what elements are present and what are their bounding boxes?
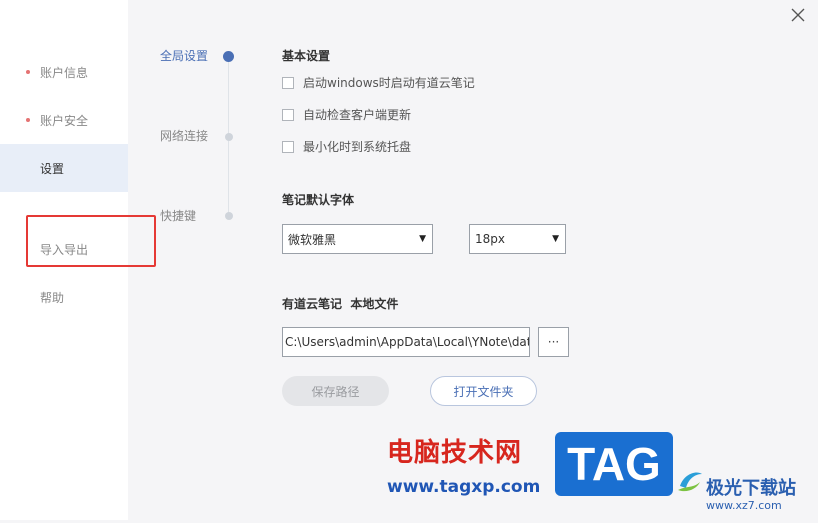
bullet-icon — [26, 70, 30, 74]
sidebar-item-label: 设置 — [40, 161, 65, 176]
bullet-icon — [26, 118, 30, 122]
font-family-value: 微软雅黑 — [288, 232, 337, 247]
checkbox[interactable] — [282, 140, 294, 153]
sidebar-item-account-info[interactable]: 账户信息 — [0, 48, 128, 96]
dropdown-arrow-icon: ▼ — [552, 234, 559, 244]
storage-path-value: C:\Users\admin\AppData\Local\YNote\dat — [285, 335, 530, 349]
timeline-dot — [225, 212, 233, 220]
save-path-button[interactable]: 保存路径 — [282, 376, 389, 406]
watermark-site-name: 极光下载站 — [706, 478, 796, 499]
open-folder-label: 打开文件夹 — [453, 384, 514, 399]
open-folder-button[interactable]: 打开文件夹 — [430, 376, 537, 406]
nav-global-settings[interactable]: 全局设置 — [160, 47, 208, 64]
dropdown-arrow-icon: ▼ — [419, 234, 426, 244]
watermark-site-url: www.xz7.com — [706, 499, 782, 512]
sidebar-item-label: 帮助 — [40, 290, 65, 305]
close-button[interactable] — [790, 7, 806, 23]
font-settings-title: 笔记默认字体 — [282, 193, 355, 207]
timeline-dot-active — [223, 51, 234, 62]
watermark-text: 电脑技术网 — [387, 438, 523, 468]
storage-path-input[interactable]: C:\Users\admin\AppData\Local\YNote\dat — [282, 327, 530, 357]
option-label: 启动windows时启动有道云笔记 — [303, 76, 475, 90]
nav-shortcuts[interactable]: 快捷键 — [160, 207, 196, 224]
watermark-tag-text: TAG — [567, 438, 661, 490]
checkbox[interactable] — [282, 108, 294, 121]
sidebar-item-label: 账户安全 — [40, 113, 89, 128]
sidebar-item-label: 账户信息 — [40, 65, 89, 80]
option-minimize-to-tray[interactable]: 最小化时到系统托盘 — [282, 138, 411, 155]
ellipsis-icon: ··· — [547, 335, 560, 349]
option-auto-update[interactable]: 自动检查客户端更新 — [282, 106, 411, 123]
sidebar-item-settings[interactable]: 设置 — [0, 144, 128, 192]
font-family-select[interactable]: 微软雅黑 ▼ — [282, 224, 433, 254]
save-path-label: 保存路径 — [311, 384, 360, 399]
option-autostart[interactable]: 启动windows时启动有道云笔记 — [282, 74, 475, 91]
watermark-url: www.tagxp.com — [387, 477, 541, 497]
basic-settings-title: 基本设置 — [282, 49, 331, 63]
checkbox[interactable] — [282, 76, 294, 89]
close-icon — [791, 8, 805, 22]
option-label: 自动检查客户端更新 — [303, 108, 412, 122]
highlight-annotation — [26, 215, 156, 267]
sidebar-item-help[interactable]: 帮助 — [0, 273, 128, 321]
font-size-value: 18px — [475, 232, 505, 246]
aurora-logo-icon — [678, 472, 702, 492]
watermark-tag-logo: TAG — [555, 432, 673, 496]
option-label: 最小化时到系统托盘 — [303, 140, 412, 154]
font-size-select[interactable]: 18px ▼ — [469, 224, 566, 254]
timeline-dot — [225, 133, 233, 141]
sidebar-item-account-security[interactable]: 账户安全 — [0, 96, 128, 144]
storage-title: 有道云笔记 本地文件 — [282, 297, 399, 311]
nav-network[interactable]: 网络连接 — [160, 127, 208, 144]
browse-button[interactable]: ··· — [538, 327, 569, 357]
